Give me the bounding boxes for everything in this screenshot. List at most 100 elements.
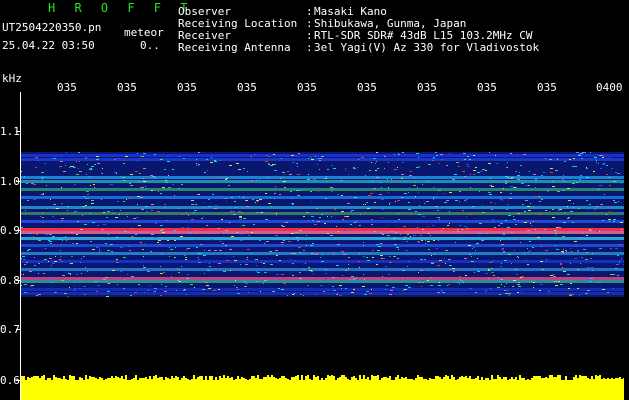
spectrum-cell	[137, 160, 139, 161]
spectrum-cell	[281, 244, 283, 245]
spectrum-cell	[479, 223, 482, 224]
spectrum-cell	[579, 154, 580, 155]
spectrum-cell	[416, 153, 419, 154]
spectrum-cell	[41, 172, 44, 173]
spectrum-cell	[139, 181, 140, 182]
spectrum-cell	[73, 290, 76, 291]
spectrum-cell	[330, 187, 333, 188]
spectrum-cell	[560, 284, 563, 285]
spectrum-cell	[92, 249, 95, 250]
spectrum-cell	[82, 206, 85, 207]
spectrum-cell	[457, 379, 459, 382]
spectrum-cell	[394, 244, 395, 245]
spectrum-cell	[259, 240, 261, 241]
spectrum-cell	[298, 153, 300, 154]
spectrum-cell	[403, 378, 405, 382]
spectrum-cell	[575, 166, 577, 167]
spectrum-cell	[590, 152, 591, 153]
spectrum-cell	[89, 176, 90, 177]
spectrum-cell	[135, 234, 137, 235]
spectrum-cell	[466, 228, 469, 229]
spectrum-cell	[191, 284, 193, 285]
spectrum-cell	[218, 263, 221, 264]
spectrum-cell	[506, 209, 508, 210]
spectrum-cell	[511, 177, 514, 178]
spectrum-cell	[77, 380, 79, 382]
spectrum-cell	[464, 159, 466, 160]
spectrum-cell	[160, 230, 162, 231]
spectrum-cell	[539, 214, 542, 215]
spectrum-cell	[162, 273, 163, 274]
spectrum-cell	[295, 232, 298, 233]
spectrum-cell	[575, 246, 577, 247]
spectrum-cell	[552, 217, 555, 218]
spectrum-cell	[207, 380, 209, 382]
spectrum-cell	[23, 274, 24, 275]
spectrum-cell	[297, 174, 300, 175]
spectrum-cell	[55, 256, 56, 257]
spectrum-cell	[238, 211, 241, 212]
spectrum-cell	[309, 270, 312, 271]
spectrum-cell	[339, 295, 342, 296]
spectrum-cell	[154, 288, 157, 289]
spectrum-cell	[210, 177, 213, 178]
spectrum-cell	[43, 273, 45, 274]
spectrum-cell	[595, 375, 597, 382]
spectrum-cell	[459, 191, 461, 192]
spectrum-cell	[261, 379, 263, 382]
spectrum-cell	[95, 378, 97, 382]
spectrum-cell	[563, 249, 564, 250]
spectrum-cell	[73, 376, 75, 382]
spectrum-cell	[583, 281, 584, 282]
spectrum-cell	[70, 263, 73, 264]
spectrum-cell	[307, 285, 309, 286]
spectrum-cell	[187, 274, 189, 275]
spectrum-cell	[86, 174, 87, 175]
spectrum-cell	[333, 168, 336, 169]
spectrum-cell	[353, 278, 356, 279]
spectrum-cell	[223, 271, 226, 272]
spectrum-cell	[354, 222, 356, 223]
spectrum-cell	[581, 376, 583, 382]
spectrum-cell	[438, 285, 441, 286]
spectrum-cell	[31, 377, 33, 382]
spectrum-cell	[139, 378, 141, 382]
spectrum-cell	[76, 274, 78, 275]
spectrum-cell	[69, 167, 70, 168]
spectrum-cell	[160, 266, 161, 267]
spectrum-cell	[150, 175, 153, 176]
spectrum-cell	[281, 225, 283, 226]
spectrum-cell	[432, 158, 435, 159]
spectrum-cell	[418, 214, 421, 215]
spectrum-cell	[240, 264, 241, 265]
spectrum-cell	[295, 376, 297, 382]
spectrum-cell	[343, 375, 345, 382]
spectrum-cell	[587, 279, 590, 280]
spectrum-cell	[398, 219, 400, 220]
spectrum-cell	[94, 281, 97, 282]
spectrum-cell	[376, 161, 377, 162]
spectrum-cell	[619, 181, 621, 182]
spectrum-cell	[541, 269, 543, 270]
spectrum-cell	[143, 178, 144, 179]
spectrum-cell	[234, 285, 235, 286]
spectrum-cell	[166, 220, 167, 221]
spectrum-cell	[152, 176, 155, 177]
spectrum-cell	[204, 202, 205, 203]
spectrum-cell	[279, 260, 281, 261]
spectrum-cell	[144, 292, 146, 293]
spectrum-cell	[332, 252, 334, 253]
spectrum-cell	[528, 251, 530, 252]
spectrum-cell	[361, 157, 364, 158]
spectrum-cell	[207, 213, 210, 214]
spectrum-cell	[428, 233, 429, 234]
spectrum-cell	[469, 214, 472, 215]
spectrum-cell	[77, 221, 79, 222]
spectrum-cell	[590, 278, 593, 279]
spectrum-cell	[159, 377, 161, 382]
spectrum-cell	[552, 209, 554, 210]
spectrum-cell	[230, 211, 232, 212]
spectrum-cell	[467, 270, 470, 271]
spectrum-cell	[130, 295, 132, 296]
spectrum-cell	[351, 211, 352, 212]
